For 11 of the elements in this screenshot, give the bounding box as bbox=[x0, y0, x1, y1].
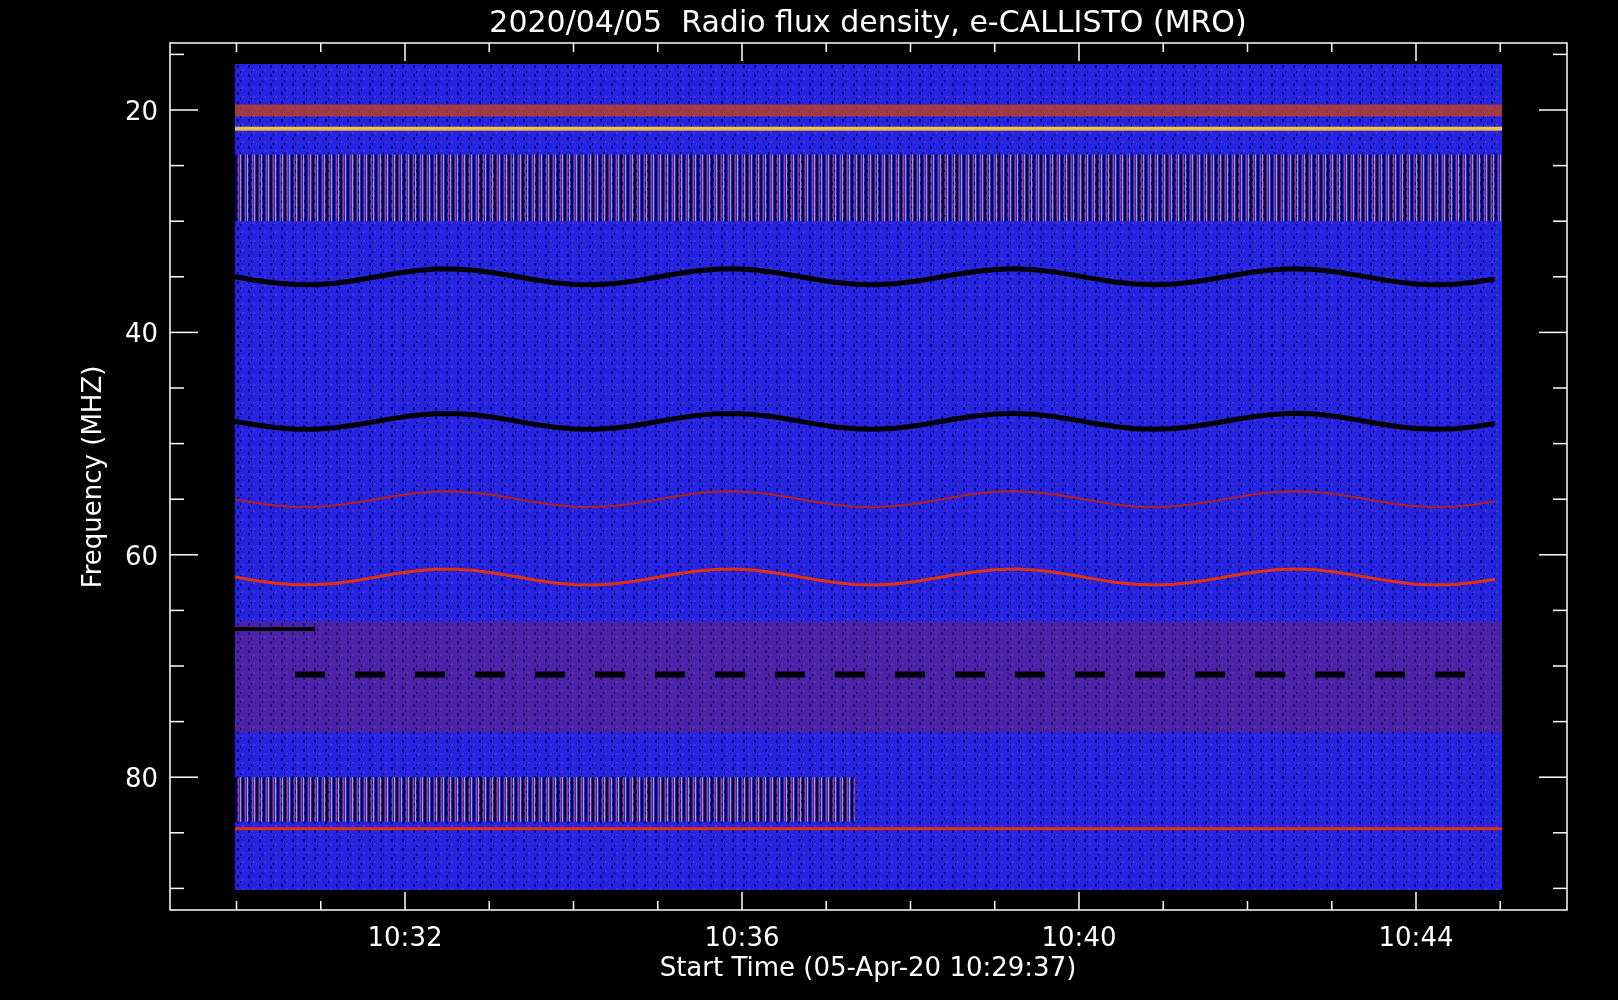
tick-label: 10:44 bbox=[1378, 922, 1454, 952]
tick-label: 10:40 bbox=[1041, 922, 1117, 952]
tick-label: 10:36 bbox=[704, 922, 780, 952]
chart-title: 2020/04/05 Radio flux density, e-CALLISTO (MRO) bbox=[489, 4, 1247, 39]
tick-label: 60 bbox=[124, 540, 158, 571]
axis-title: Frequency (MHZ) bbox=[77, 365, 107, 589]
tick-label: 40 bbox=[124, 318, 158, 349]
tick-label: 80 bbox=[124, 763, 158, 794]
tick-label: 10:32 bbox=[367, 922, 443, 952]
tick-label: 20 bbox=[124, 96, 158, 126]
axis-title: Start Time (05-Apr-20 10:29:37) bbox=[659, 952, 1077, 982]
